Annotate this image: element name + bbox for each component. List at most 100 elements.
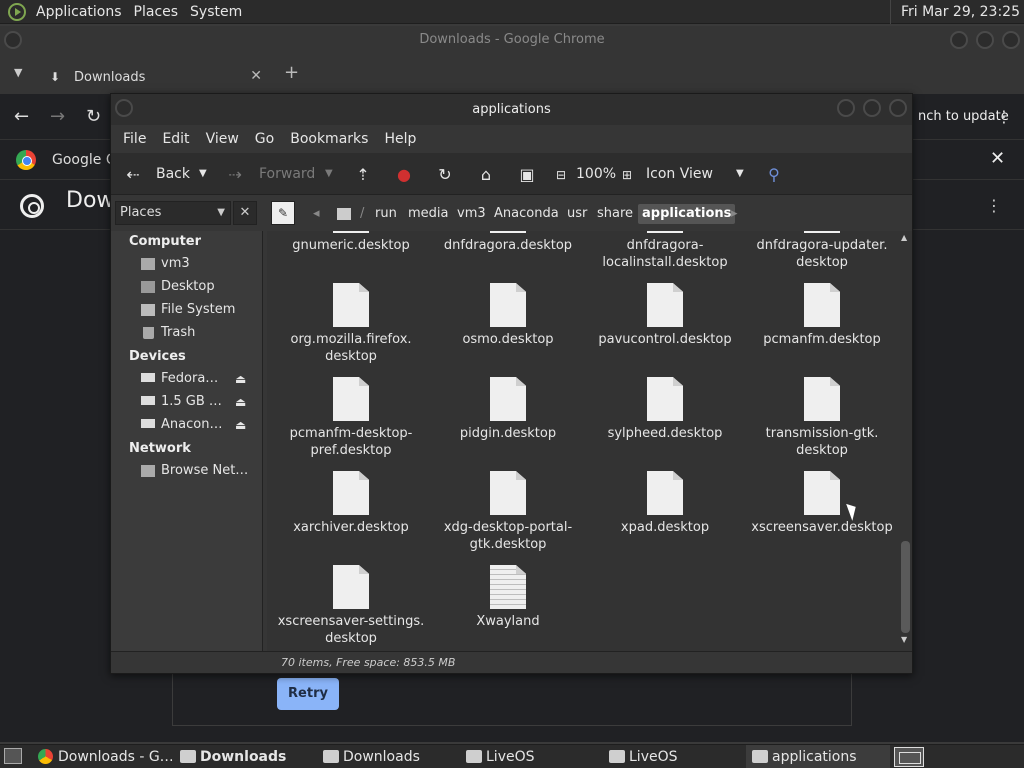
file-item[interactable]: pcmanfm.desktop [742,283,902,348]
path-edit-icon[interactable]: ✎ [271,201,295,225]
menu-file[interactable]: File [115,131,154,147]
sidebar-device-anaconda[interactable]: Anacon… [161,417,222,432]
eject-icon[interactable]: ⏏ [235,372,246,386]
menu-edit[interactable]: Edit [154,131,197,147]
forward-arrow-icon[interactable]: → [50,106,65,127]
home-folder-icon[interactable]: ⌂ [476,165,496,185]
panel-menu-places[interactable]: Places [128,4,185,20]
forward-history-chevron-down-icon[interactable]: ▼ [325,153,333,195]
chrome-maximize-button[interactable] [976,31,994,49]
fm-minimize-button[interactable] [837,99,855,117]
sidebar-device-fedora[interactable]: Fedora… [161,371,218,386]
distro-logo-icon[interactable] [8,2,26,21]
sidebar-item-browse-network[interactable]: Browse Net… [161,463,248,478]
side-pane-close-icon[interactable]: ✕ [233,201,257,225]
menu-bookmarks[interactable]: Bookmarks [282,131,376,147]
fm-titlebar[interactable]: applications [111,94,912,125]
tab-downloads[interactable]: ⬇ Downloads ✕ [38,60,270,94]
file-item[interactable]: osmo.desktop [428,283,588,348]
retry-button[interactable]: Retry [277,678,339,710]
sidebar-item-desktop[interactable]: Desktop [161,279,215,294]
file-item[interactable]: gnumeric.desktop [271,231,431,254]
tab-search-chevron-down-icon[interactable]: ▼ [14,66,22,79]
panel-menu-system[interactable]: System [184,4,248,20]
eject-icon[interactable]: ⏏ [235,418,246,432]
path-scroll-right-icon[interactable]: ▸ [731,204,738,224]
back-history-chevron-down-icon[interactable]: ▼ [199,153,207,195]
search-icon[interactable]: ⚲ [764,165,784,185]
stop-icon[interactable]: ● [394,165,414,185]
task-liveos-2[interactable]: LiveOS [603,745,743,768]
file-item[interactable]: sylpheed.desktop [585,377,745,442]
sidebar-item-file-system[interactable]: File System [161,302,235,317]
file-item[interactable]: dnfdragora.desktop [428,231,588,254]
zoom-out-icon[interactable]: ⊟ [551,165,571,185]
task-applications[interactable]: applications [746,745,890,768]
workspace-switcher[interactable] [894,747,924,767]
scrollbar-thumb[interactable] [901,541,910,633]
side-pane-mode-select[interactable]: Places ▼ [115,201,231,225]
downloads-more-kebab-icon[interactable]: ⋮ [986,196,1002,215]
breadcrumb-vm3[interactable]: vm3 [457,204,486,224]
menu-view[interactable]: View [198,131,247,147]
chrome-menu-button[interactable] [4,31,22,49]
view-mode-select[interactable]: Icon View [646,153,713,195]
panel-menu-applications[interactable]: Applications [30,4,128,20]
breadcrumb-share[interactable]: share [597,204,633,224]
menu-help[interactable]: Help [376,131,424,147]
file-item[interactable]: Xwayland [428,565,588,630]
back-button[interactable]: Back [156,153,190,195]
forward-arrow-icon[interactable]: ⇢ [225,165,245,185]
file-item[interactable]: pidgin.desktop [428,377,588,442]
scroll-up-icon[interactable]: ▲ [901,233,907,242]
breadcrumb-applications[interactable]: applications [638,204,736,224]
breadcrumb-usr[interactable]: usr [567,204,587,224]
parent-folder-up-icon[interactable]: ⇡ [353,165,373,185]
sidebar-device-1-5gb[interactable]: 1.5 GB … [161,394,222,409]
chrome-close-button[interactable] [1002,31,1020,49]
back-arrow-icon[interactable]: ⇠ [123,165,143,185]
show-desktop-icon[interactable] [4,748,22,764]
file-item[interactable]: org.mozilla.firefox. desktop [271,283,431,365]
computer-icon[interactable]: ▣ [517,165,537,185]
breadcrumb-media[interactable]: media [408,204,449,224]
task-liveos-1[interactable]: LiveOS [460,745,600,768]
file-item[interactable]: dnfdragora-localinstall.desktop [585,231,745,271]
breadcrumb-anaconda[interactable]: Anaconda [494,204,559,224]
task-chrome-downloads[interactable]: Downloads - G… [32,745,172,768]
task-downloads-1[interactable]: Downloads [174,745,314,768]
file-item[interactable]: xdg-desktop-portal-gtk.desktop [428,471,588,553]
forward-button[interactable]: Forward [259,153,315,195]
menu-go[interactable]: Go [247,131,282,147]
file-item[interactable]: xarchiver.desktop [271,471,431,536]
zoom-in-icon[interactable]: ⊞ [617,165,637,185]
file-item[interactable]: xscreensaver.desktop [742,471,902,536]
file-item[interactable]: dnfdragora-updater. desktop [742,231,902,271]
vertical-scrollbar[interactable]: ▲ ▼ [899,231,912,646]
tab-close-icon[interactable]: ✕ [250,68,262,84]
file-item[interactable]: xpad.desktop [585,471,745,536]
task-downloads-2[interactable]: Downloads [317,745,457,768]
breadcrumb-run[interactable]: run [375,204,397,224]
back-arrow-icon[interactable]: ← [14,106,29,127]
reload-icon[interactable]: ↻ [435,165,455,185]
fm-maximize-button[interactable] [863,99,881,117]
file-item[interactable]: pcmanfm-desktop-pref.desktop [271,377,431,459]
panel-clock[interactable]: Fri Mar 29, 23:25 [889,0,1024,24]
chrome-menu-kebab-icon[interactable]: ⋮ [996,107,1012,126]
file-item[interactable]: pavucontrol.desktop [585,283,745,348]
fm-close-button[interactable] [889,99,907,117]
sidebar-item-vm3[interactable]: vm3 [161,256,190,271]
scroll-down-icon[interactable]: ▼ [901,635,907,644]
sidebar-item-trash[interactable]: Trash [161,325,195,340]
file-item[interactable]: transmission-gtk. desktop [742,377,902,459]
chrome-minimize-button[interactable] [950,31,968,49]
fm-window-menu-button[interactable] [115,99,133,117]
new-tab-plus-icon[interactable]: + [284,62,299,83]
file-item[interactable]: xscreensaver-settings. desktop [271,565,431,647]
eject-icon[interactable]: ⏏ [235,395,246,409]
file-icon-view[interactable]: gnumeric.desktop dnfdragora.desktop dnfdra… [267,231,912,651]
drive-icon[interactable] [337,208,351,220]
path-scroll-left-icon[interactable]: ◂ [313,204,320,224]
view-mode-chevron-down-icon[interactable]: ▼ [736,153,744,195]
